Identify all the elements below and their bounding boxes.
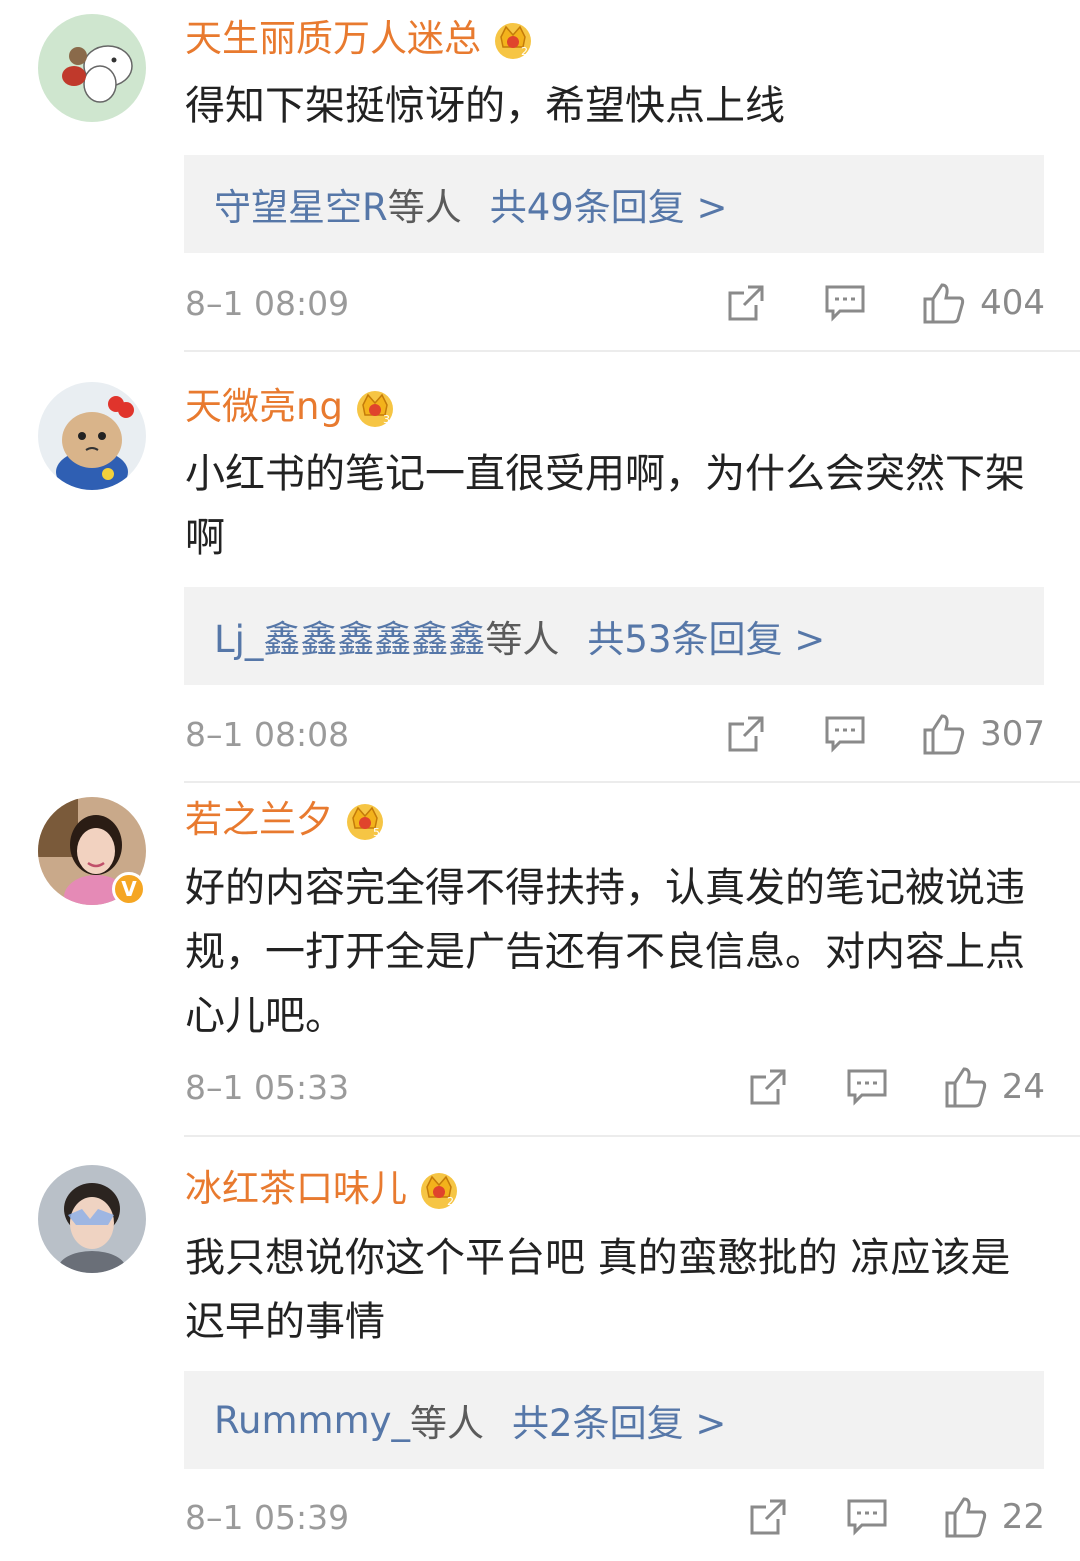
like-count: 24: [1001, 1067, 1045, 1107]
reply-summary[interactable]: Lj_鑫鑫鑫鑫鑫鑫 等人 共53条回复 >: [184, 587, 1044, 685]
meta-row: 8–1 08:09 404: [185, 275, 1045, 331]
reply-users[interactable]: 守望星空R: [214, 177, 388, 231]
username-row: 冰红茶口味儿 2: [185, 1164, 461, 1214]
timestamp: 8–1 05:39: [185, 1497, 350, 1537]
comment-icon[interactable]: [824, 715, 866, 753]
share-icon[interactable]: [748, 1067, 788, 1107]
crown-badge-icon: 5: [347, 804, 383, 840]
boy-avatar-icon[interactable]: [38, 1165, 146, 1273]
share-icon[interactable]: [726, 283, 766, 323]
username[interactable]: 天微亮ng: [185, 382, 343, 432]
divider: [184, 781, 1080, 783]
comment-icon[interactable]: [846, 1068, 888, 1106]
timestamp: 8–1 08:08: [185, 714, 350, 754]
username[interactable]: 若之兰夕: [185, 795, 333, 845]
timestamp: 8–1 05:33: [185, 1067, 350, 1107]
thumbs-up-icon: [923, 714, 965, 755]
reply-count-link[interactable]: 共49条回复 >: [490, 177, 728, 231]
like-button[interactable]: 307: [922, 712, 1045, 756]
reply-count-link[interactable]: 共53条回复 >: [587, 609, 825, 663]
verified-badge-icon: V: [112, 872, 146, 906]
comment-text: 小红书的笔记一直很受用啊，为什么会突然下架啊: [185, 451, 1025, 561]
username-row: 若之兰夕 5: [185, 795, 387, 845]
comment-text: 好的内容完全得不得扶持，认真发的笔记被说违规，一打开全是广告还有不良信息。对内容…: [185, 865, 1025, 1039]
reply-suffix: 等人: [387, 186, 462, 229]
share-icon[interactable]: [726, 714, 766, 754]
like-button[interactable]: 22: [944, 1495, 1045, 1539]
reply-count-link[interactable]: 共2条回复 >: [512, 1393, 726, 1447]
reply-summary[interactable]: Rummmy_ 等人 共2条回复 >: [184, 1371, 1044, 1469]
svg-text:5: 5: [373, 826, 380, 839]
moomin-avatar-icon[interactable]: [38, 14, 146, 122]
crown-badge-icon: 2: [421, 1173, 457, 1209]
thumbs-up-icon: [945, 1067, 986, 1108]
meta-row: 8–1 08:08 307: [185, 706, 1045, 762]
timestamp: 8–1 08:09: [185, 283, 350, 323]
svg-text:2: 2: [521, 45, 528, 58]
username[interactable]: 冰红茶口味儿: [185, 1164, 407, 1214]
reply-summary[interactable]: 守望星空R 等人 共49条回复 >: [184, 155, 1044, 253]
username-row: 天生丽质万人迷总 2: [185, 14, 535, 64]
username[interactable]: 天生丽质万人迷总: [185, 14, 481, 64]
crown-badge-icon: 2: [495, 23, 531, 59]
cat-avatar-icon[interactable]: [38, 382, 146, 490]
like-count: 22: [1001, 1497, 1045, 1537]
crown-badge-icon: 3: [356, 391, 393, 427]
meta-row: 8–1 05:33 24: [185, 1059, 1045, 1115]
username-row: 天微亮ng 3: [185, 382, 397, 432]
like-button[interactable]: 24: [944, 1065, 1045, 1109]
thumbs-up-icon: [945, 1497, 986, 1538]
reply-users[interactable]: Rummmy_: [214, 1399, 410, 1442]
svg-text:2: 2: [447, 1195, 454, 1208]
comment-icon[interactable]: [846, 1498, 888, 1536]
divider: [184, 1135, 1080, 1137]
reply-suffix: 等人: [410, 1402, 485, 1445]
comment-text: 得知下架挺惊讶的，希望快点上线: [185, 83, 785, 129]
svg-text:3: 3: [383, 413, 390, 426]
thumbs-up-icon: [923, 283, 965, 324]
like-button[interactable]: 404: [922, 281, 1045, 325]
divider: [184, 350, 1080, 352]
share-icon[interactable]: [748, 1497, 788, 1537]
reply-suffix: 等人: [485, 618, 560, 661]
comment-text: 我只想说你这个平台吧 真的蛮憨批的 凉应该是迟早的事情: [185, 1235, 1011, 1345]
like-count: 307: [980, 714, 1045, 754]
meta-row: 8–1 05:39 22: [185, 1489, 1045, 1545]
comment-icon[interactable]: [824, 284, 866, 322]
reply-users[interactable]: Lj_鑫鑫鑫鑫鑫鑫: [214, 609, 485, 663]
like-count: 404: [980, 283, 1045, 323]
